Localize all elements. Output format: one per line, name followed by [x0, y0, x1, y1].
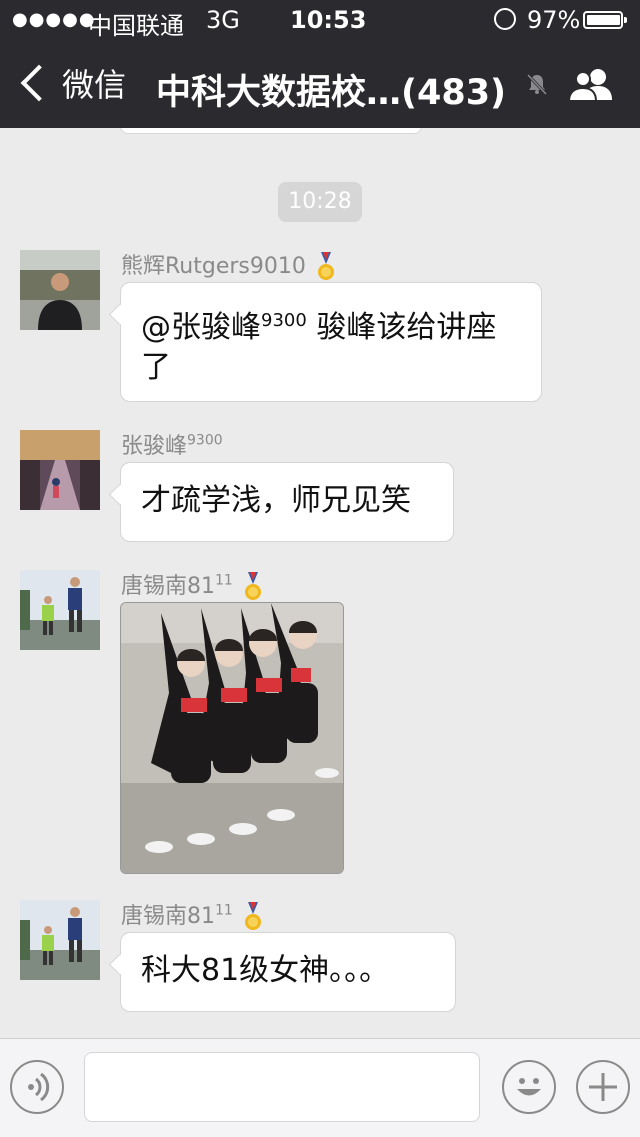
medal-icon — [317, 252, 335, 282]
avatar[interactable] — [20, 570, 100, 650]
avatar[interactable] — [20, 250, 100, 330]
back-label: 微信 — [62, 66, 127, 104]
message-bubble[interactable]: @张骏峰9300 骏峰该给讲座了 — [120, 282, 542, 402]
network-type: 3G — [206, 6, 240, 34]
voice-icon — [28, 1072, 50, 1102]
image-message[interactable] — [120, 602, 344, 874]
avatar[interactable] — [20, 900, 100, 980]
alarm-icon — [494, 8, 516, 30]
sender-name: 张骏峰9300 — [121, 432, 223, 459]
status-bar: ●●●●● 中国联通 3G 10:53 97% — [0, 0, 640, 40]
message-input[interactable] — [84, 1052, 480, 1122]
medal-icon — [244, 572, 262, 602]
previous-message-bubble — [120, 128, 422, 134]
chevron-left-icon — [20, 64, 58, 102]
emoji-button[interactable] — [502, 1060, 556, 1114]
voice-button[interactable] — [10, 1060, 64, 1114]
medal-icon — [244, 902, 262, 932]
plus-button[interactable] — [576, 1060, 630, 1114]
chat-title: 中科大数据校…(483) — [156, 73, 507, 113]
sender-name: 熊辉Rutgers9010 — [121, 248, 335, 282]
clock: 10:53 — [290, 6, 367, 34]
group-members-icon[interactable] — [566, 66, 616, 102]
avatar[interactable] — [20, 430, 100, 510]
chat-area[interactable]: 10:28 熊辉Rutgers9010 @张骏峰9300 骏峰该给讲座了 张骏峰… — [0, 128, 640, 1038]
message-timestamp: 10:28 — [278, 182, 362, 222]
back-button[interactable]: 微信 — [16, 60, 126, 106]
signal-strength: ●●●●● — [12, 9, 96, 30]
message-bubble[interactable]: 才疏学浅，师兄见笑 — [120, 462, 454, 542]
battery-icon — [583, 11, 627, 29]
plus-icon — [589, 1073, 617, 1101]
emoji-icon — [517, 1078, 541, 1096]
carrier-name: 中国联通 — [88, 12, 184, 40]
nav-bar: 微信 中科大数据校…(483) — [0, 40, 640, 128]
battery-percent: 97% — [527, 6, 581, 34]
message-bubble[interactable]: 科大81级女神。。。 — [120, 932, 456, 1012]
sender-name: 唐锡南8111 — [121, 568, 262, 602]
sender-name: 唐锡南8111 — [121, 898, 262, 932]
input-bar — [0, 1038, 640, 1137]
top-bar: ●●●●● 中国联通 3G 10:53 97% 微信 中科大数据校…(483) — [0, 0, 640, 128]
mute-bell-icon — [526, 73, 548, 96]
